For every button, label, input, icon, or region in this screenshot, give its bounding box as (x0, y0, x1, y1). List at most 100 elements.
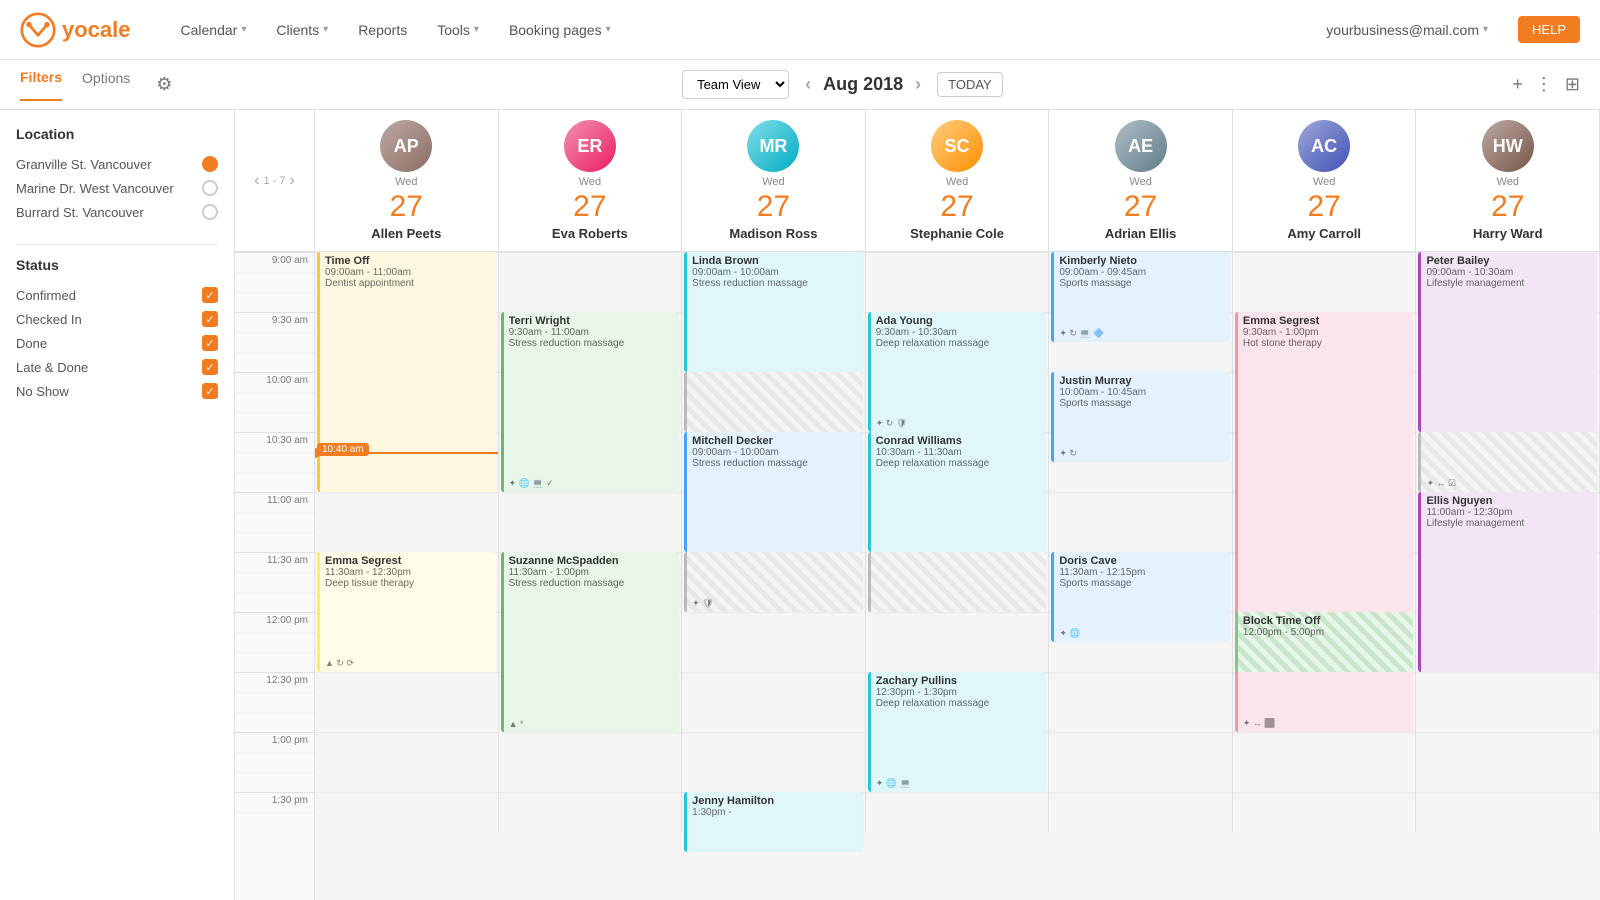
appointment-block[interactable]: Time Off09:00am - 11:00amDentist appoint… (317, 252, 496, 492)
appointment-block[interactable]: Linda Brown09:00am - 10:00amStress reduc… (684, 252, 863, 372)
status-late-done[interactable]: Late & Done (16, 355, 218, 379)
staff-avatar: HW (1482, 120, 1534, 172)
appointment-block[interactable]: Terri Wright9:30am - 11:00amStress reduc… (501, 312, 680, 492)
staff-avatar: AE (1115, 120, 1167, 172)
appointment-icons: ✦ 🌐 💻 ✓ (509, 478, 554, 489)
appointment-time: 9:30am - 1:00pm (1243, 327, 1409, 338)
location-marine-radio[interactable] (202, 180, 218, 196)
options-tab[interactable]: Options (82, 70, 130, 100)
nav-clients[interactable]: Clients ▾ (276, 22, 328, 38)
appointment-block[interactable]: Jenny Hamilton1:30pm - (684, 792, 863, 852)
appointment-block[interactable]: Conrad Williams10:30am - 11:30amDeep rel… (868, 432, 1047, 552)
time-label: 9:30 am (235, 312, 314, 332)
status-checkedin-checkbox[interactable] (202, 311, 218, 327)
time-gutter-header: ‹ 1 - 7 › (235, 110, 315, 251)
location-section: Location Granville St. Vancouver Marine … (16, 126, 218, 224)
staff-date: 27 (390, 192, 423, 222)
nav-reports[interactable]: Reports (358, 22, 407, 38)
appointment-icons: ✦ ↻ 💻 🔷 (1059, 328, 1104, 339)
nav-calendar[interactable]: Calendar ▾ (181, 22, 247, 38)
sidebar: Location Granville St. Vancouver Marine … (0, 110, 235, 900)
appointment-block[interactable]: Ada Young9:30am - 10:30amDeep relaxation… (868, 312, 1047, 432)
appointment-block[interactable]: Ellis Nguyen11:00am - 12:30pmLifestyle m… (1418, 492, 1597, 672)
staff-headers: APWed27Allen PeetsERWed27Eva RobertsMRWe… (315, 110, 1600, 251)
status-done[interactable]: Done (16, 331, 218, 355)
appointment-service: Stress reduction massage (509, 578, 675, 589)
appointment-icons: ✦ ↻ (1059, 448, 1077, 459)
staff-avatar: AC (1298, 120, 1350, 172)
grid-col-harry: Peter Bailey09:00am - 10:30amLifestyle m… (1416, 252, 1600, 832)
status-no-show[interactable]: No Show (16, 379, 218, 403)
status-noshow-checkbox[interactable] (202, 383, 218, 399)
prev-date-button[interactable]: ‹ (805, 74, 811, 95)
next-staff-arrow[interactable]: › (290, 172, 295, 190)
staff-header-amy-carroll: ACWed27Amy Carroll (1233, 110, 1417, 251)
grid-view-button[interactable]: ⊞ (1565, 74, 1580, 95)
appointment-block[interactable]: Mitchell Decker09:00am - 10:00amStress r… (684, 432, 863, 552)
today-button[interactable]: TODAY (937, 72, 1003, 97)
staff-name: Allen Peets (371, 226, 441, 241)
location-marine[interactable]: Marine Dr. West Vancouver (16, 176, 218, 200)
appointment-block[interactable]: Block Time Off12:00pm - 5:00pm (1235, 612, 1414, 672)
appointment-block[interactable]: Doris Cave11:30am - 12:15pmSports massag… (1051, 552, 1230, 642)
appointment-block[interactable]: Suzanne McSpadden11:30am - 1:00pmStress … (501, 552, 680, 732)
appointment-name: Ada Young (876, 315, 1042, 327)
staff-date: 27 (940, 192, 973, 222)
time-label: 12:00 pm (235, 612, 314, 632)
appointment-block[interactable]: ✦ 🛡 (684, 552, 863, 612)
prev-staff-arrow[interactable]: ‹ (254, 172, 259, 190)
add-button[interactable]: + (1512, 74, 1523, 95)
calendar-body: 9:00 am9:30 am10:00 am10:30 am11:00 am11… (235, 252, 1600, 900)
staff-day: Wed (1313, 176, 1335, 188)
time-label (235, 412, 314, 432)
appointment-block[interactable]: ✦ ↔ ☑ (1418, 432, 1597, 492)
help-button[interactable]: HELP (1518, 16, 1580, 43)
more-options-button[interactable]: ⋮ (1535, 74, 1553, 95)
appointment-time: 11:30am - 1:00pm (509, 567, 675, 578)
nav-booking[interactable]: Booking pages ▾ (509, 22, 611, 38)
grid-col-allen: 10:40 amTime Off09:00am - 11:00amDentist… (315, 252, 499, 832)
time-label (235, 332, 314, 352)
view-select[interactable]: Team View Day View Week View (682, 70, 789, 99)
filters-tab[interactable]: Filters (20, 69, 62, 101)
logo[interactable]: yocale (20, 12, 131, 48)
location-granville[interactable]: Granville St. Vancouver (16, 152, 218, 176)
staff-header-adrian-ellis: AEWed27Adrian Ellis (1049, 110, 1233, 251)
location-granville-radio[interactable] (202, 156, 218, 172)
appointment-block[interactable]: Zachary Pullins12:30pm - 1:30pmDeep rela… (868, 672, 1047, 792)
time-label (235, 632, 314, 652)
appointment-time: 12:30pm - 1:30pm (876, 687, 1042, 698)
location-burrard[interactable]: Burrard St. Vancouver (16, 200, 218, 224)
tools-arrow-icon: ▾ (474, 24, 479, 35)
appointment-time: 10:30am - 11:30am (876, 447, 1042, 458)
appointment-block[interactable] (684, 372, 863, 432)
nav-account[interactable]: yourbusiness@mail.com ▾ (1326, 22, 1488, 38)
appointment-service: Dentist appointment (325, 278, 491, 289)
staff-date: 27 (1124, 192, 1157, 222)
appointment-name: Mitchell Decker (692, 435, 858, 447)
filter-icon[interactable]: ⚙ (156, 74, 172, 95)
next-date-button[interactable]: › (915, 74, 921, 95)
appointment-time: 09:00am - 10:00am (692, 267, 858, 278)
status-confirmed-checkbox[interactable] (202, 287, 218, 303)
status-checked-in[interactable]: Checked In (16, 307, 218, 331)
time-label (235, 452, 314, 472)
staff-name: Stephanie Cole (910, 226, 1004, 241)
appointment-time: 11:30am - 12:15pm (1059, 567, 1225, 578)
top-nav: yocale Calendar ▾ Clients ▾ Reports Tool… (0, 0, 1600, 60)
sub-nav: Filters Options ⚙ Team View Day View Wee… (0, 60, 1600, 110)
nav-tools[interactable]: Tools ▾ (437, 22, 479, 38)
appointment-block[interactable]: Justin Murray10:00am - 10:45amSports mas… (1051, 372, 1230, 462)
appointment-block[interactable] (868, 552, 1047, 612)
appointment-block[interactable]: Emma Segrest11:30am - 12:30pmDeep tissue… (317, 552, 496, 672)
time-label (235, 592, 314, 612)
appointment-time: 12:00pm - 5:00pm (1243, 627, 1409, 638)
appointment-block[interactable]: Peter Bailey09:00am - 10:30amLifestyle m… (1418, 252, 1597, 432)
status-confirmed[interactable]: Confirmed (16, 283, 218, 307)
appointment-icons: ✦ 🌐 💻 (876, 778, 911, 789)
status-done-checkbox[interactable] (202, 335, 218, 351)
status-latedone-checkbox[interactable] (202, 359, 218, 375)
appointment-block[interactable]: Kimberly Nieto09:00am - 09:45amSports ma… (1051, 252, 1230, 342)
location-burrard-radio[interactable] (202, 204, 218, 220)
staff-header-madison-ross: MRWed27Madison Ross (682, 110, 866, 251)
